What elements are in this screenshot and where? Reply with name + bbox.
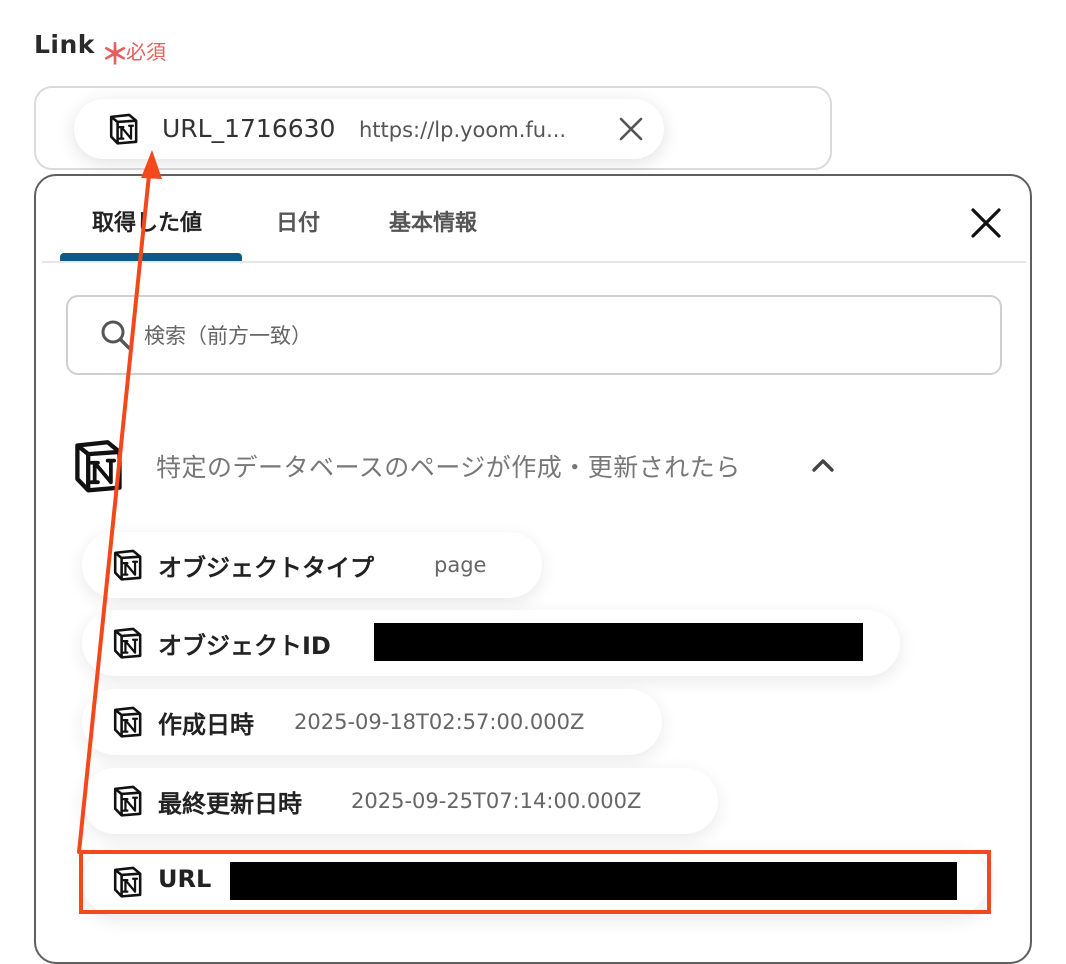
notion-icon bbox=[108, 113, 140, 145]
item-name: 最終更新日時 bbox=[158, 790, 302, 818]
item-name: 作成日時 bbox=[158, 711, 254, 739]
item-value: 2025-09-25T07:14:00.000Z bbox=[351, 789, 642, 813]
chip-value: https://lp.yoom.fu... bbox=[359, 118, 567, 142]
remove-chip-icon[interactable] bbox=[618, 116, 644, 142]
redacted-value bbox=[374, 623, 863, 661]
notion-icon bbox=[112, 627, 144, 659]
trigger-group-title[interactable]: 特定のデータベースのページが作成・更新されたら bbox=[156, 448, 741, 484]
notion-icon bbox=[112, 549, 144, 581]
notion-icon bbox=[72, 439, 126, 493]
value-item-last-edited-time[interactable]: 最終更新日時 2025-09-25T07:14:00.000Z bbox=[82, 768, 718, 834]
field-label: Link bbox=[34, 30, 95, 59]
close-icon[interactable] bbox=[968, 205, 1004, 241]
item-value: 2025-09-18T02:57:00.000Z bbox=[294, 710, 585, 734]
required-asterisk: ＊ bbox=[101, 38, 130, 71]
chip-name: URL_1716630 bbox=[162, 114, 336, 143]
value-item-created-time[interactable]: 作成日時 2025-09-18T02:57:00.000Z bbox=[82, 689, 662, 755]
item-value: page bbox=[434, 553, 487, 577]
value-item-object-type[interactable]: オブジェクトタイプ page bbox=[82, 532, 542, 598]
notion-icon bbox=[112, 706, 144, 738]
required-label: 必須 bbox=[126, 40, 166, 64]
tab-basic-info[interactable]: 基本情報 bbox=[389, 205, 477, 237]
chevron-up-icon[interactable] bbox=[810, 455, 836, 475]
search-icon bbox=[101, 320, 131, 350]
item-name: オブジェクトタイプ bbox=[158, 554, 374, 582]
notion-icon bbox=[112, 785, 144, 817]
value-item-object-id[interactable]: オブジェクトID bbox=[82, 610, 900, 676]
tab-divider bbox=[42, 261, 1026, 263]
active-tab-indicator bbox=[60, 253, 242, 261]
annotation-highlight-box bbox=[79, 850, 991, 914]
tab-acquired-values[interactable]: 取得した値 bbox=[92, 205, 202, 237]
search-input[interactable] bbox=[144, 320, 964, 352]
tab-date[interactable]: 日付 bbox=[276, 205, 320, 237]
selected-value-chip[interactable]: URL_1716630 https://lp.yoom.fu... bbox=[74, 99, 664, 159]
item-name: オブジェクトID bbox=[158, 632, 331, 660]
